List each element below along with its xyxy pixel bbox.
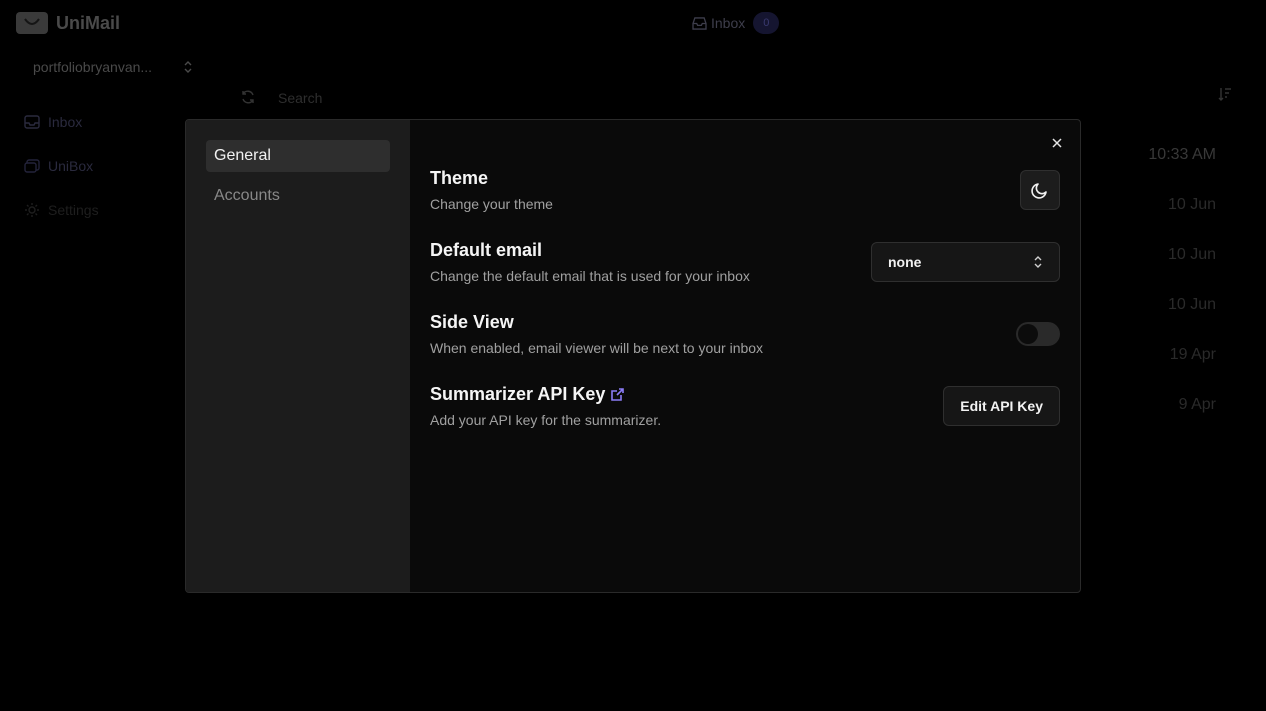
sidebar-item-unibox[interactable]: UniBox (24, 156, 99, 176)
api-key-title-wrap: Summarizer API Key (430, 384, 661, 405)
theme-desc: Change your theme (430, 196, 553, 212)
theme-toggle-button[interactable] (1020, 170, 1060, 210)
account-name: portfoliobryanvan... (33, 59, 153, 75)
sidebar-nav: Inbox UniBox Settings (24, 112, 99, 244)
close-icon (1052, 138, 1062, 148)
side-view-setting: Side View When enabled, email viewer wil… (430, 312, 1060, 356)
sidebar-item-label: UniBox (48, 158, 94, 174)
top-inbox-label: Inbox (711, 15, 746, 31)
tab-general[interactable]: General (206, 140, 390, 172)
top-inbox[interactable]: Inbox 0 (692, 12, 780, 34)
chevron-up-down-icon (1034, 256, 1042, 268)
account-switcher[interactable]: portfoliobryanvan... (33, 59, 193, 75)
inbox-count-badge: 0 (753, 12, 780, 34)
inbox-icon (24, 115, 40, 129)
chevron-up-down-icon (184, 61, 192, 73)
email-date: 10 Jun (1167, 246, 1216, 263)
sidebar-item-label: Inbox (48, 114, 83, 130)
side-view-toggle[interactable] (1016, 322, 1060, 346)
sidebar-item-inbox[interactable]: Inbox (24, 112, 99, 132)
email-date: 10 Jun (1167, 196, 1216, 213)
settings-content: Theme Change your theme Default email Ch… (410, 120, 1080, 592)
side-view-desc: When enabled, email viewer will be next … (430, 340, 764, 356)
app-name: UniMail (56, 12, 121, 33)
api-key-desc: Add your API key for the summarizer. (430, 412, 662, 428)
refresh-icon (242, 90, 254, 104)
email-date: 10:33 AM (1148, 146, 1216, 163)
api-key-title: Summarizer API Key (430, 384, 606, 404)
refresh-button[interactable] (240, 89, 256, 110)
gear-icon (25, 203, 39, 217)
email-date: 19 Apr (1169, 346, 1216, 363)
tab-accounts[interactable]: Accounts (206, 180, 390, 212)
sidebar-item-settings[interactable]: Settings (24, 200, 99, 220)
toggle-knob (1018, 324, 1038, 344)
email-date: 9 Apr (1178, 396, 1216, 413)
email-dates: 10:33 AM 10 Jun 10 Jun 10 Jun 19 Apr 9 A… (1148, 146, 1216, 446)
close-button[interactable] (1048, 134, 1066, 152)
default-email-desc: Change the default email that is used fo… (430, 268, 750, 284)
edit-api-key-button[interactable]: Edit API Key (943, 386, 1060, 426)
api-key-setting: Summarizer API Key Add your API key for … (430, 384, 1060, 428)
default-email-title: Default email (430, 240, 543, 260)
unibox-icon (24, 159, 40, 173)
settings-sidebar: General Accounts (186, 120, 410, 592)
sort-button[interactable] (1218, 86, 1232, 107)
logo-icon (16, 12, 48, 34)
sidebar-item-label: Settings (48, 202, 99, 218)
settings-dialog: General Accounts Theme Change your theme… (185, 119, 1081, 593)
moon-icon (1031, 183, 1047, 199)
search-input[interactable]: Search (278, 90, 322, 106)
default-email-select[interactable]: none (871, 242, 1060, 282)
theme-setting: Theme Change your theme (430, 168, 1060, 212)
inbox-icon (692, 16, 707, 30)
email-date: 10 Jun (1167, 296, 1216, 313)
theme-title: Theme (430, 168, 489, 188)
default-email-value: none (888, 254, 922, 270)
sort-icon (1218, 88, 1231, 101)
side-view-title: Side View (430, 312, 514, 332)
default-email-setting: Default email Change the default email t… (430, 240, 1060, 284)
external-link-icon[interactable] (610, 387, 625, 402)
app-logo: UniMail (16, 12, 120, 34)
